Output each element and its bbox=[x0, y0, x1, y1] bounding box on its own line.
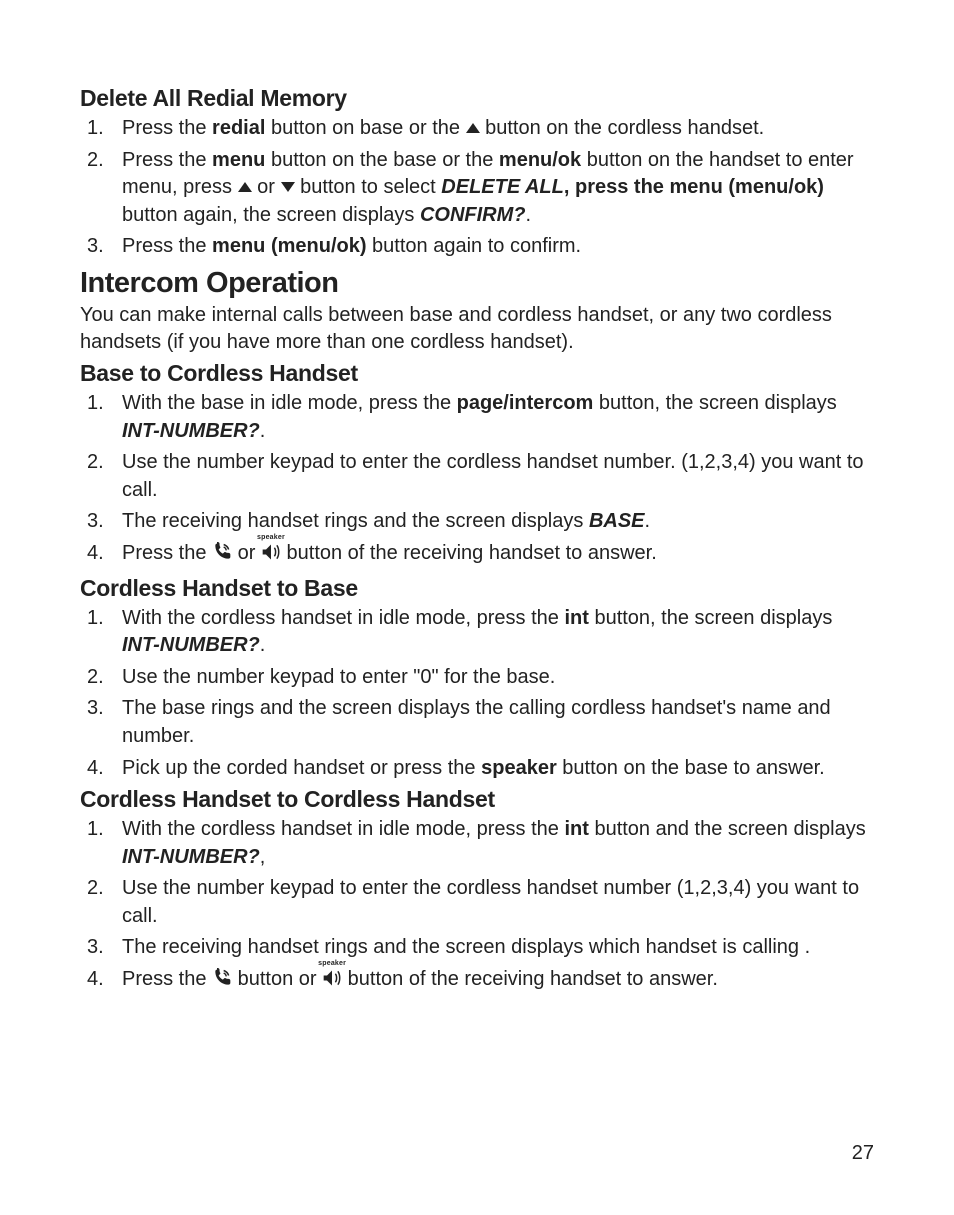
speaker-icon: speaker bbox=[261, 542, 281, 571]
steps-handset-to-handset: With the cordless handset in idle mode, … bbox=[80, 816, 874, 997]
list-item: The receiving handset rings and the scre… bbox=[122, 934, 874, 962]
list-item: With the cordless handset in idle mode, … bbox=[122, 605, 874, 660]
up-arrow-icon bbox=[466, 123, 480, 133]
talk-icon bbox=[212, 968, 232, 997]
steps-delete-redial: Press the redial button on base or the b… bbox=[80, 115, 874, 261]
list-item: Press the menu button on the base or the… bbox=[122, 147, 874, 230]
steps-handset-to-base: With the cordless handset in idle mode, … bbox=[80, 605, 874, 783]
steps-base-to-handset: With the base in idle mode, press the pa… bbox=[80, 390, 874, 571]
talk-icon bbox=[212, 542, 232, 571]
list-item: With the base in idle mode, press the pa… bbox=[122, 390, 874, 445]
intercom-intro: You can make internal calls between base… bbox=[80, 302, 874, 356]
heading-handset-to-handset: Cordless Handset to Cordless Handset bbox=[80, 786, 874, 813]
list-item: The base rings and the screen displays t… bbox=[122, 695, 874, 750]
heading-intercom: Intercom Operation bbox=[80, 267, 874, 300]
heading-base-to-handset: Base to Cordless Handset bbox=[80, 360, 874, 387]
list-item: The receiving handset rings and the scre… bbox=[122, 508, 874, 536]
heading-handset-to-base: Cordless Handset to Base bbox=[80, 575, 874, 602]
list-item: Press the menu (menu/ok) button again to… bbox=[122, 233, 874, 261]
manual-page: Delete All Redial Memory Press the redia… bbox=[0, 0, 954, 1215]
list-item: Use the number keypad to enter the cordl… bbox=[122, 875, 874, 930]
list-item: Press the redial button on base or the b… bbox=[122, 115, 874, 143]
page-number: 27 bbox=[852, 1142, 874, 1165]
list-item: Use the number keypad to enter "0" for t… bbox=[122, 664, 874, 692]
list-item: Pick up the corded handset or press the … bbox=[122, 755, 874, 783]
down-arrow-icon bbox=[281, 182, 295, 192]
speaker-icon: speaker bbox=[322, 968, 342, 997]
up-arrow-icon bbox=[238, 182, 252, 192]
list-item: Use the number keypad to enter the cordl… bbox=[122, 449, 874, 504]
list-item: Press the button or speaker button of th… bbox=[122, 966, 874, 997]
heading-delete-redial: Delete All Redial Memory bbox=[80, 85, 874, 112]
list-item: With the cordless handset in idle mode, … bbox=[122, 816, 874, 871]
list-item: Press the or speaker button of the recei… bbox=[122, 540, 874, 571]
